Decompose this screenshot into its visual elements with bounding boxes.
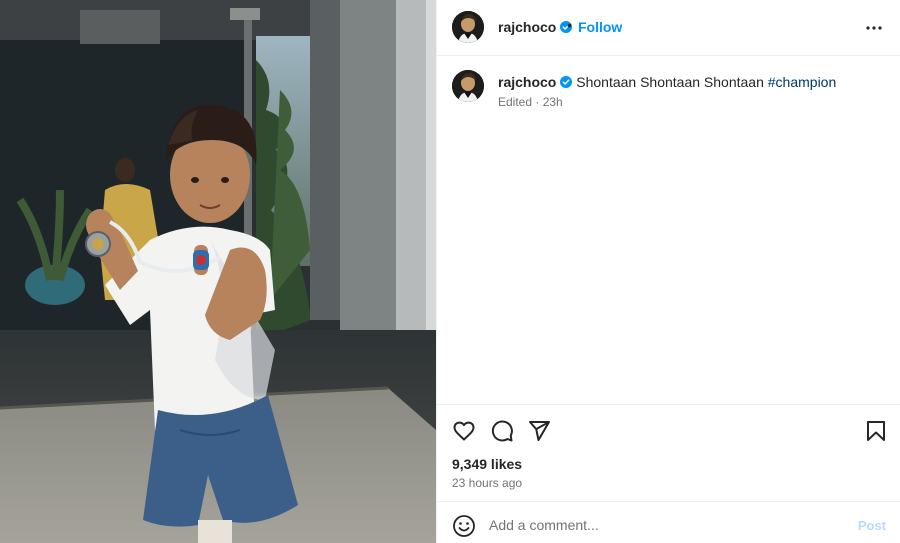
comment-bar: Post (437, 501, 900, 543)
separator-dot: • (567, 17, 572, 33)
post-details-panel: rajchoco • Follow rajchoco Shontaan Shon… (436, 0, 900, 543)
profile-picture (452, 11, 484, 43)
caption-username[interactable]: rajchoco (498, 74, 556, 90)
comment-input[interactable] (489, 512, 839, 538)
post-header: rajchoco • Follow (437, 0, 900, 56)
action-bar (437, 404, 900, 454)
post-timestamp[interactable]: 23 hours ago (452, 476, 522, 490)
comment-icon[interactable] (490, 419, 514, 443)
caption-avatar[interactable] (452, 70, 484, 102)
caption-text: Shontaan Shontaan Shontaan (576, 74, 764, 90)
post-photo[interactable] (0, 0, 436, 543)
save-icon[interactable] (864, 419, 888, 443)
emoji-icon[interactable] (452, 514, 476, 538)
post-comment-button[interactable]: Post (858, 518, 886, 533)
avatar[interactable] (452, 11, 484, 43)
edited-timestamp: Edited · 23h (498, 95, 563, 109)
more-options-icon[interactable] (865, 20, 883, 36)
photo-child-with-medal (0, 0, 436, 543)
heart-icon[interactable] (452, 419, 476, 443)
post-caption: rajchoco Shontaan Shontaan Shontaan #cha… (498, 73, 888, 91)
follow-button[interactable]: Follow (578, 19, 622, 35)
verified-badge-icon (560, 76, 573, 88)
profile-picture (452, 70, 484, 102)
hashtag-link[interactable]: #champion (768, 74, 837, 90)
instagram-post: rajchoco • Follow rajchoco Shontaan Shon… (0, 0, 900, 543)
share-icon[interactable] (527, 419, 551, 443)
header-username[interactable]: rajchoco (498, 19, 573, 35)
likes-count[interactable]: 9,349 likes (452, 456, 522, 472)
